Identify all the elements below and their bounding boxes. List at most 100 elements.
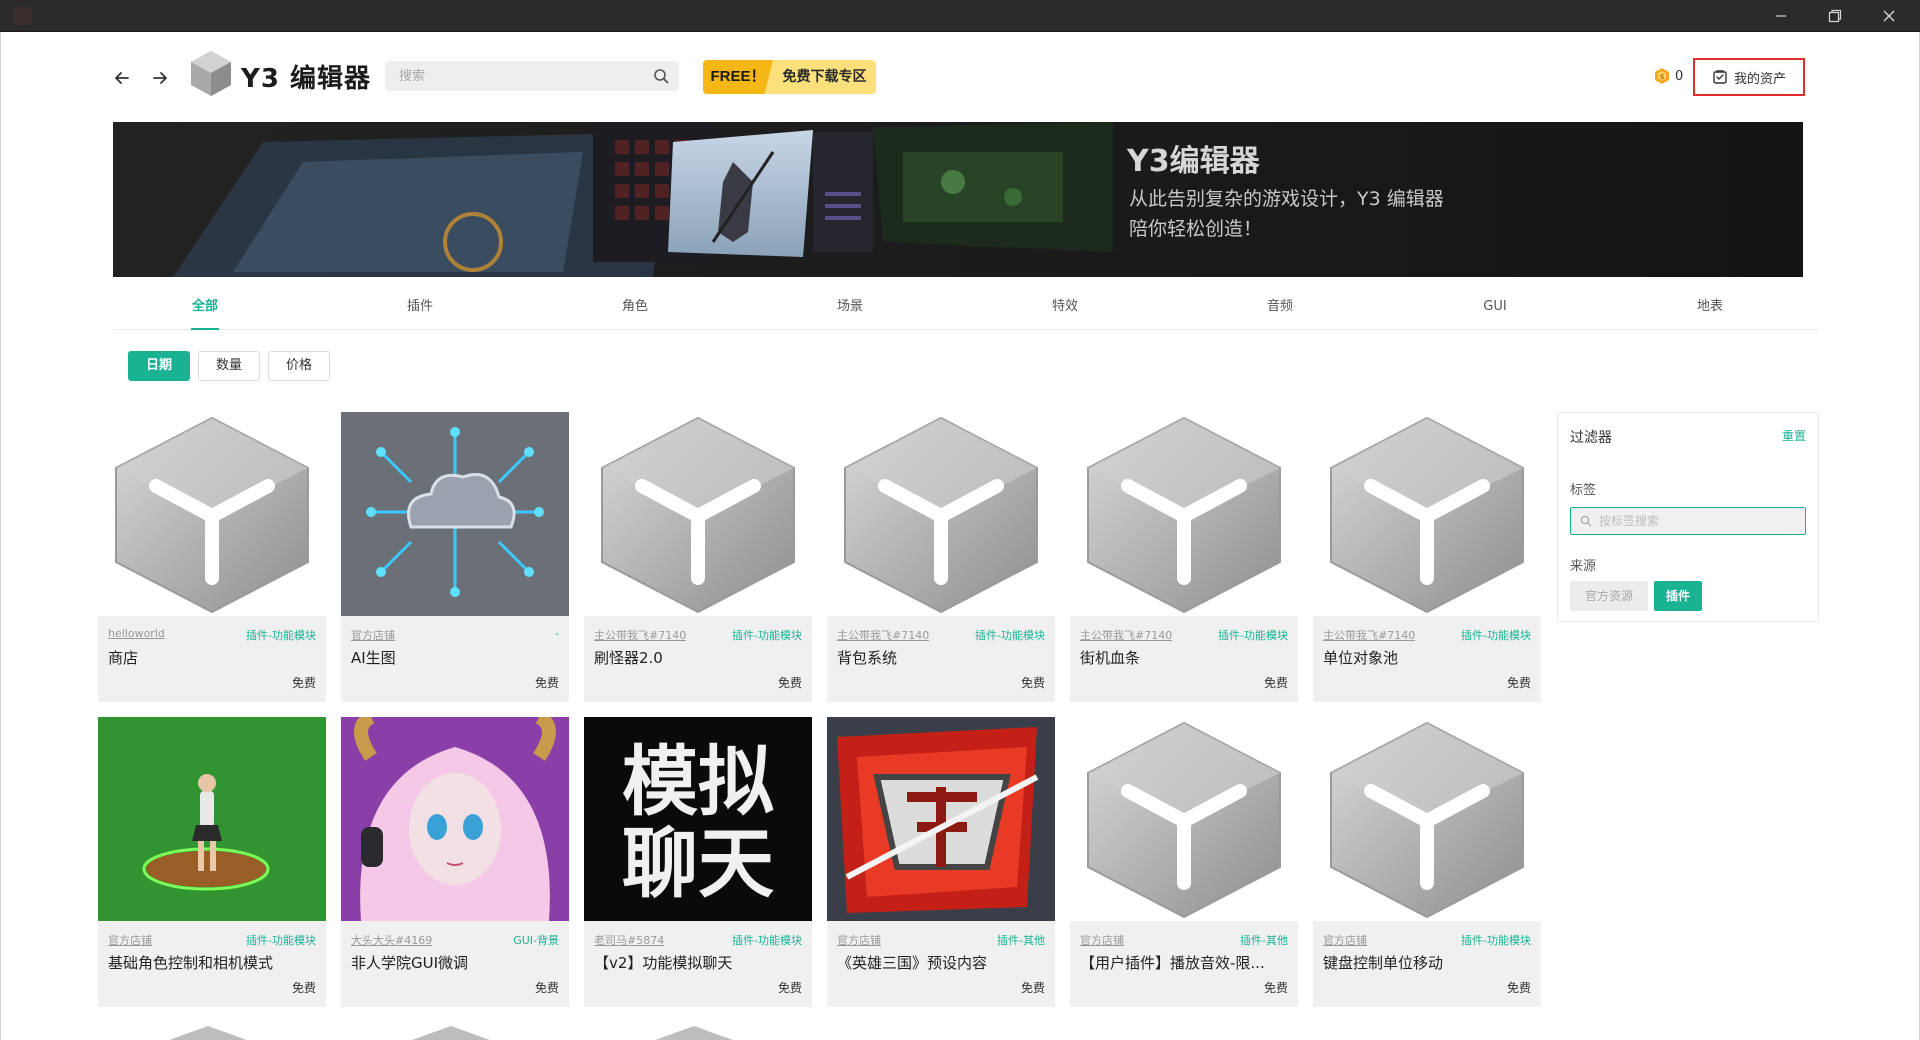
asset-thumbnail[interactable]: [584, 412, 812, 616]
asset-thumbnail[interactable]: [1070, 412, 1298, 616]
my-assets-button[interactable]: 我的资产: [1693, 58, 1805, 96]
close-button[interactable]: [1866, 0, 1912, 32]
asset-title[interactable]: 【v2】功能模拟聊天: [594, 952, 732, 973]
asset-card[interactable]: 官方店铺 插件-其他 【用户插件】播放音效-限... 免费: [1070, 717, 1298, 1007]
asset-card[interactable]: 主公带我飞#7140 插件-功能模块 背包系统 免费: [827, 412, 1055, 702]
asset-meta: 官方店铺 插件-功能模块 基础角色控制和相机模式 免费: [98, 921, 326, 1007]
asset-title[interactable]: 街机血条: [1080, 647, 1140, 668]
restore-button[interactable]: [1812, 0, 1858, 32]
source-plugin-chip[interactable]: 插件: [1654, 581, 1702, 611]
asset-thumbnail[interactable]: [98, 412, 326, 616]
asset-thumbnail[interactable]: [341, 717, 569, 921]
asset-author-link[interactable]: 官方店铺: [1323, 932, 1367, 948]
anime-character-portrait-image: [341, 717, 569, 921]
asset-thumbnail[interactable]: [1313, 717, 1541, 921]
asset-author-link[interactable]: 官方店铺: [351, 627, 395, 643]
asset-author-link[interactable]: 主公带我飞#7140: [594, 627, 686, 643]
asset-price: 免费: [534, 981, 559, 995]
asset-card[interactable]: 主公带我飞#7140 插件-功能模块 单位对象池 免费: [1313, 412, 1541, 702]
default-asset-cube-icon: [98, 412, 326, 616]
asset-title[interactable]: 《英雄三国》预设内容: [837, 952, 987, 973]
asset-author-link[interactable]: 主公带我飞#7140: [1323, 627, 1415, 643]
asset-thumbnail[interactable]: [827, 717, 1055, 921]
asset-category: 插件-其他: [997, 934, 1045, 947]
filter-reset-link[interactable]: 重置: [1782, 427, 1806, 444]
tab-terrain[interactable]: 地表: [1660, 284, 1760, 330]
asset-meta: 主公带我飞#7140 插件-功能模块 街机血条 免费: [1070, 616, 1298, 702]
asset-title[interactable]: 背包系统: [837, 647, 897, 668]
asset-author-link[interactable]: helloworld: [108, 627, 165, 640]
default-asset-cube-icon: [1070, 717, 1298, 921]
tab-gui[interactable]: GUI: [1445, 284, 1545, 330]
asset-price: 免费: [534, 676, 559, 690]
asset-title[interactable]: 键盘控制单位移动: [1323, 952, 1443, 973]
default-asset-cube-icon: [827, 412, 1055, 616]
asset-meta: 主公带我飞#7140 插件-功能模块 单位对象池 免费: [1313, 616, 1541, 702]
tab-all[interactable]: 全部: [155, 284, 255, 330]
asset-thumbnail[interactable]: [827, 412, 1055, 616]
asset-bag-icon: [1713, 70, 1727, 84]
tab-effects[interactable]: 特效: [1015, 284, 1115, 330]
asset-title[interactable]: 刷怪器2.0: [594, 647, 663, 668]
sort-by-date-button[interactable]: 日期: [128, 351, 190, 381]
asset-meta: helloworld 插件-功能模块 商店 免费: [98, 616, 326, 702]
forward-button[interactable]: [146, 64, 174, 92]
asset-title[interactable]: 单位对象池: [1323, 647, 1398, 668]
default-asset-cube-icon: [1313, 717, 1541, 921]
filter-panel: 过滤器 重置 标签 来源 官方资源 插件: [1557, 412, 1819, 622]
asset-card[interactable]: 主公带我飞#7140 插件-功能模块 街机血条 免费: [1070, 412, 1298, 702]
asset-thumbnail[interactable]: [341, 412, 569, 616]
asset-card[interactable]: 模拟 聊天 老司马#5874 插件-功能模块 【v2】功能模拟聊天 免费: [584, 717, 812, 1007]
app-icon: [14, 7, 32, 25]
asset-author-link[interactable]: 主公带我飞#7140: [837, 627, 929, 643]
asset-card[interactable]: 官方店铺 插件-功能模块 键盘控制单位移动 免费: [1313, 717, 1541, 1007]
asset-author-link[interactable]: 主公带我飞#7140: [1080, 627, 1172, 643]
minimize-button[interactable]: [1758, 0, 1804, 32]
asset-author-link[interactable]: 官方店铺: [108, 932, 152, 948]
asset-meta: 大头大头#4169 GUI-背景 非人学院GUI微调 免费: [341, 921, 569, 1007]
hero-subtitle-line-1: 从此告别复杂的游戏设计，Y3 编辑器: [1129, 188, 1444, 210]
asset-card[interactable]: helloworld 插件-功能模块 商店 免费: [98, 412, 326, 702]
free-download-zone-button[interactable]: FREE！ 免费下载专区: [703, 60, 876, 94]
tab-audio[interactable]: 音频: [1230, 284, 1330, 330]
asset-card[interactable]: 官方店铺 插件-其他 《英雄三国》预设内容 免费: [827, 717, 1055, 1007]
tag-search-input[interactable]: [1571, 508, 1805, 534]
asset-title[interactable]: 基础角色控制和相机模式: [108, 952, 273, 973]
asset-card[interactable]: 官方店铺 插件-功能模块 基础角色控制和相机模式 免费: [98, 717, 326, 1007]
sort-by-price-button[interactable]: 价格: [268, 351, 330, 381]
asset-title[interactable]: 商店: [108, 647, 138, 668]
asset-author-link[interactable]: 官方店铺: [1080, 932, 1124, 948]
asset-author-link[interactable]: 大头大头#4169: [351, 932, 432, 948]
source-label: 来源: [1570, 559, 1597, 574]
hero-banner: Y3编辑器 从此告别复杂的游戏设计，Y3 编辑器 陪你轻松创造！: [113, 122, 1803, 277]
tab-plugins[interactable]: 插件: [370, 284, 470, 330]
asset-author-link[interactable]: 官方店铺: [837, 932, 881, 948]
asset-price: 免费: [291, 981, 316, 995]
asset-thumbnail[interactable]: [1070, 717, 1298, 921]
asset-title[interactable]: AI生图: [351, 647, 396, 668]
asset-title[interactable]: 非人学院GUI微调: [351, 952, 468, 973]
source-official-chip[interactable]: 官方资源: [1570, 581, 1648, 611]
asset-author-link[interactable]: 老司马#5874: [594, 932, 664, 948]
free-zone-label: 免费下载专区: [765, 60, 876, 94]
arrow-right-icon: [153, 72, 167, 84]
asset-card[interactable]: 官方店铺 - AI生图 免费: [341, 412, 569, 702]
default-asset-cube-icon: [584, 412, 812, 616]
asset-title[interactable]: 【用户插件】播放音效-限...: [1080, 952, 1265, 973]
sort-by-count-button[interactable]: 数量: [198, 351, 260, 381]
asset-thumbnail[interactable]: [1313, 412, 1541, 616]
asset-thumbnail[interactable]: 模拟 聊天: [584, 717, 812, 921]
asset-meta: 官方店铺 插件-其他 《英雄三国》预设内容 免费: [827, 921, 1055, 1007]
asset-card[interactable]: 大头大头#4169 GUI-背景 非人学院GUI微调 免费: [341, 717, 569, 1007]
back-button[interactable]: [108, 64, 136, 92]
tab-scenes[interactable]: 场景: [800, 284, 900, 330]
search-icon[interactable]: [653, 68, 669, 84]
close-icon: [1883, 10, 1895, 22]
arrow-left-icon: [115, 72, 129, 84]
asset-card[interactable]: 主公带我飞#7140 插件-功能模块 刷怪器2.0 免费: [584, 412, 812, 702]
search-input[interactable]: [385, 61, 635, 91]
search-box: [385, 61, 679, 91]
asset-meta: 官方店铺 - AI生图 免费: [341, 616, 569, 702]
asset-thumbnail[interactable]: [98, 717, 326, 921]
tab-characters[interactable]: 角色: [585, 284, 685, 330]
